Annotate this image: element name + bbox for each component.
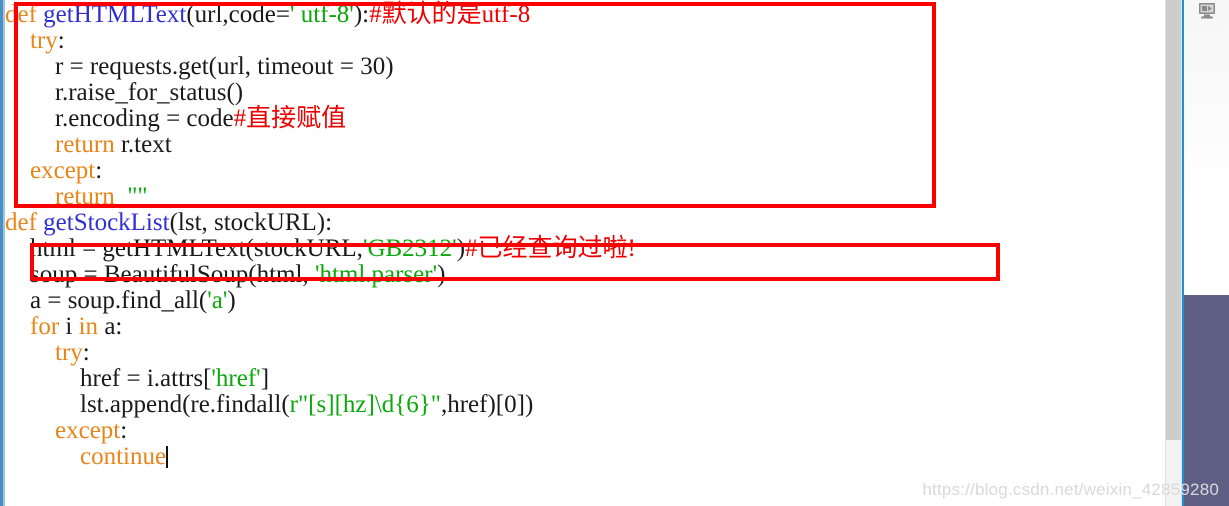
code-token-txt: : [120,417,128,444]
code-token-txt: r = requests.get(url, timeout = 30) [5,53,394,80]
code-token-kw: def [5,1,37,28]
vertical-scrollbar-thumb[interactable] [1166,0,1181,440]
code-token-txt: ) [456,235,466,262]
code-token-kw: try [55,339,83,366]
code-token-kw: def [5,209,37,236]
code-token-str: 'href' [211,365,261,392]
code-token-txt: a: [98,313,123,340]
code-line: html = getHTMLText(stockURL,'GB2312')#已经… [5,236,636,262]
code-token-kw: try [30,27,58,54]
code-token-str: 'html.parser' [314,261,438,288]
code-token-kw: for [30,313,60,340]
code-token-txt: : [57,27,65,54]
code-editor-surface[interactable]: def getHTMLText(url,code=' utf-8'):#默认的是… [5,0,1165,506]
text-caret [166,446,169,468]
code-token-txt: r.encoding = code [5,105,234,132]
code-line: r.raise_for_status() [5,80,243,106]
code-token-txt: ,href)[0]) [440,391,534,418]
code-token-kw: continue [80,443,167,470]
code-token-txt: a = soup.find_all( [5,287,208,314]
right-side-purple-panel [1184,295,1229,506]
code-line: href = i.attrs['href'] [5,366,269,392]
code-line: soup = BeautifulSoup(html, 'html.parser'… [5,262,445,288]
code-token-kw: return [55,131,115,158]
code-token-fn: getStockList [43,209,170,236]
code-token-txt: r.raise_for_status() [5,79,244,106]
code-token-txt: (lst, stockURL): [169,209,333,236]
code-line: return "" [5,184,148,210]
code-token-txt: ] [260,365,270,392]
code-token-txt: html = getHTMLText(stockURL, [5,235,363,262]
code-token-txt: lst.append(re.findall( [5,391,290,418]
code-token-txt: ): [353,1,370,28]
code-token-txt: (url,code= [186,1,290,28]
code-line: r = requests.get(url, timeout = 30) [5,54,394,80]
code-token-str: 'GB2312' [362,235,457,262]
code-line: a = soup.find_all('a') [5,288,236,314]
code-token-str: r"[s][hz]\d{6}" [289,391,441,418]
watermark-url: https://blog.csdn.net/weixin_42859280 [922,480,1219,499]
code-token-txt: soup = BeautifulSoup(html, [5,261,315,288]
code-line: def getStockList(lst, stockURL): [5,210,332,236]
screenshot-root: def getHTMLText(url,code=' utf-8'):#默认的是… [0,0,1229,506]
code-line: except: [5,418,127,444]
code-line: continue [5,443,169,470]
code-token-txt: : [95,157,103,184]
code-token-com: #直接赋值 [233,105,347,132]
code-token-kw: in [78,313,99,340]
code-line: return r.text [5,132,172,158]
code-token-str: ' utf-8' [289,1,354,28]
code-token-kw: except [30,157,96,184]
code-line: try: [5,28,65,54]
code-token-com: #默认的是utf-8 [369,1,531,28]
code-token-kw: except [55,417,121,444]
code-token-txt: ) [437,261,446,288]
code-line: except: [5,158,102,184]
code-token-kw: return [55,183,115,210]
code-token-str: 'a' [207,287,228,314]
monitor-icon[interactable] [1197,2,1217,20]
code-line: def getHTMLText(url,code=' utf-8'):#默认的是… [5,2,530,28]
code-token-txt: r.text [114,131,172,158]
code-token-txt: : [82,339,90,366]
code-line: for i in a: [5,314,122,340]
code-line: r.encoding = code#直接赋值 [5,106,346,132]
code-token-com: #已经查询过啦! [465,235,636,262]
code-token-txt: href = i.attrs[ [5,365,212,392]
code-line: lst.append(re.findall(r"[s][hz]\d{6}",hr… [5,392,533,418]
code-token-txt: i [59,313,79,340]
code-token-fn: getHTMLText [43,1,187,28]
code-token-txt: ) [227,287,236,314]
code-line: try: [5,340,90,366]
code-token-str: "" [127,183,148,210]
